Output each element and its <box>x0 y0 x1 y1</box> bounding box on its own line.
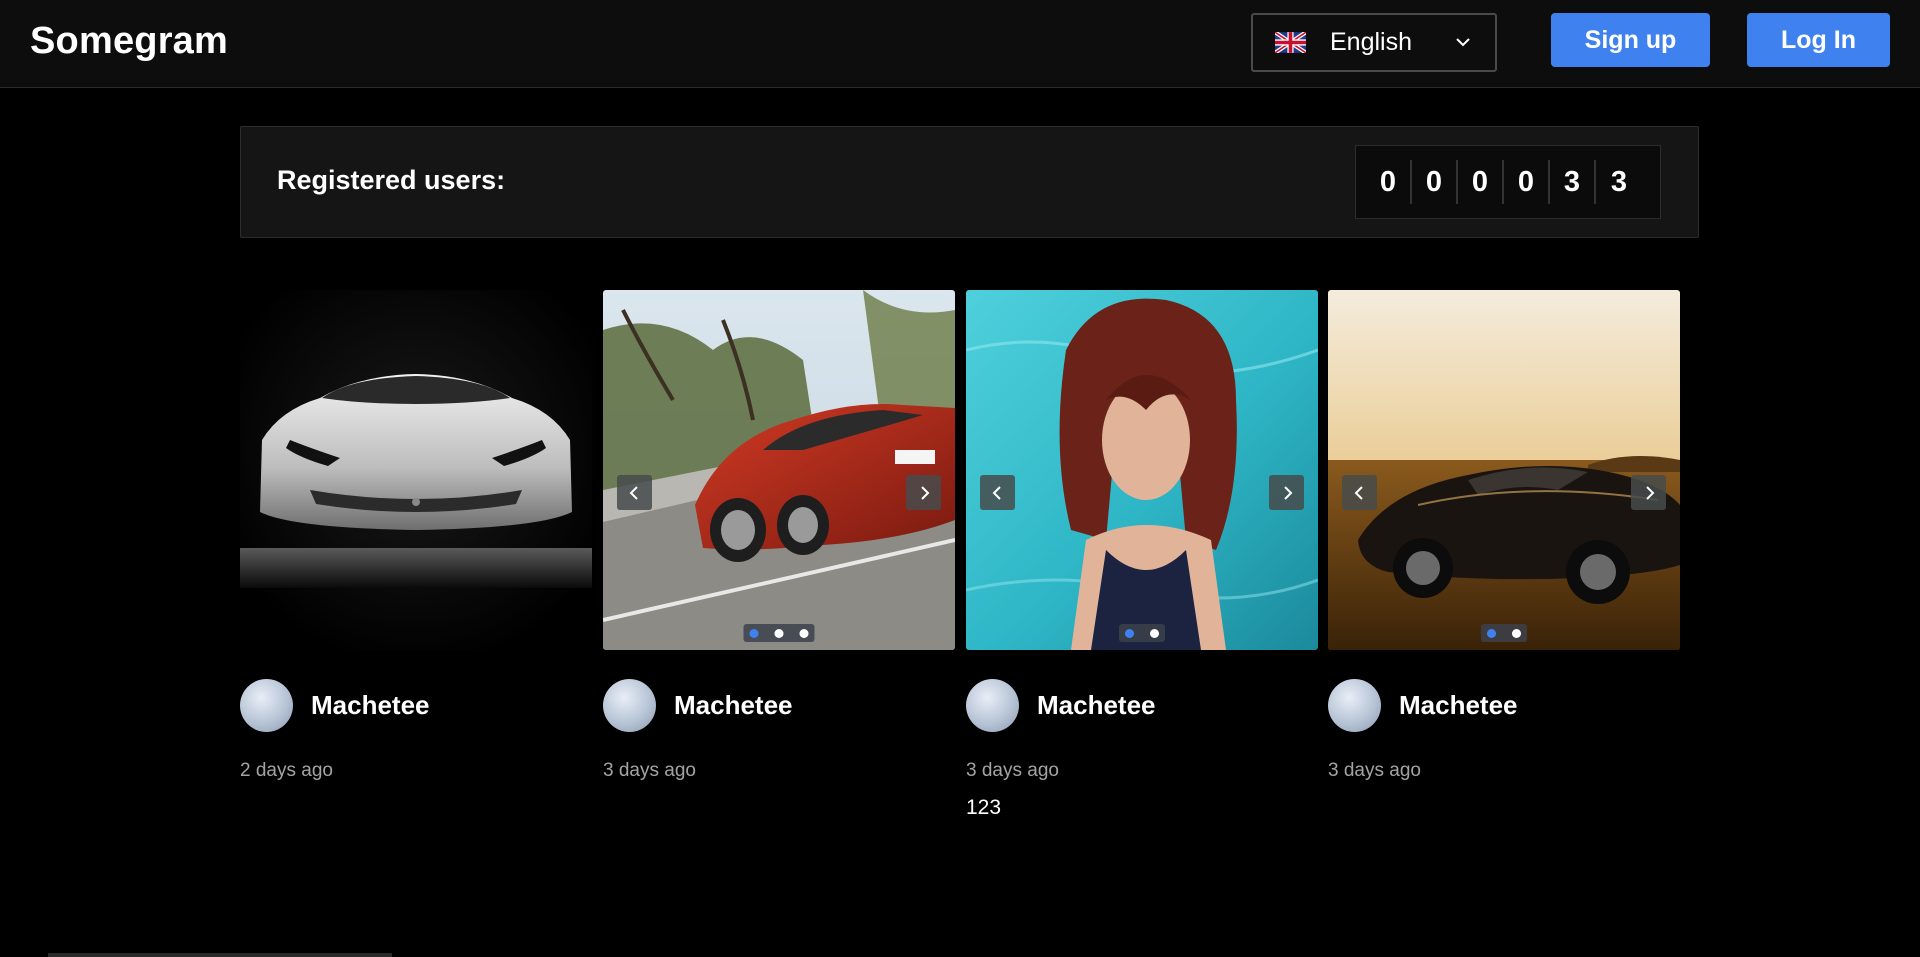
slide-indicator <box>1481 624 1527 642</box>
chevron-right-icon <box>1283 485 1292 500</box>
author-name[interactable]: Machetee <box>1037 690 1156 721</box>
post-time: 3 days ago <box>966 760 1059 781</box>
signup-button[interactable]: Sign up <box>1551 13 1710 67</box>
scroll-indicator <box>48 953 392 957</box>
post-time: 3 days ago <box>603 760 696 781</box>
counter-digit: 0 <box>1458 160 1504 204</box>
next-slide-button[interactable] <box>1269 475 1304 510</box>
post-image[interactable] <box>1328 290 1680 650</box>
post-caption: 123 <box>966 796 1002 819</box>
author-name[interactable]: Machetee <box>674 690 793 721</box>
slide-dot[interactable] <box>749 628 759 638</box>
next-slide-button[interactable] <box>906 475 941 510</box>
author-name[interactable]: Machetee <box>1399 690 1518 721</box>
prev-slide-button[interactable] <box>617 475 652 510</box>
avatar[interactable] <box>1328 679 1381 732</box>
post-card[interactable]: Machetee 3 days ago 123 <box>966 290 1318 820</box>
post-author[interactable]: Machetee <box>240 679 592 732</box>
counter-digit: 0 <box>1504 160 1550 204</box>
post-time: 3 days ago <box>1328 760 1421 781</box>
post-card[interactable]: Machetee 3 days ago <box>603 290 955 782</box>
slide-dot[interactable] <box>1125 628 1134 638</box>
top-header: Somegram English Sign up Log In <box>0 0 1920 88</box>
uk-flag-icon <box>1273 30 1308 55</box>
counter-digit: 3 <box>1610 165 1628 198</box>
author-name[interactable]: Machetee <box>311 690 430 721</box>
slide-indicator <box>743 624 815 642</box>
slide-dot[interactable] <box>1512 628 1521 638</box>
user-counter: 0 0 0 0 3 3 <box>1355 145 1661 219</box>
chevron-down-icon <box>1453 32 1473 52</box>
slide-indicator <box>1119 624 1165 642</box>
slide-dot[interactable] <box>1150 628 1159 638</box>
post-image[interactable] <box>966 290 1318 650</box>
app-logo[interactable]: Somegram <box>30 20 228 63</box>
post-image[interactable] <box>240 290 592 650</box>
language-select[interactable]: English <box>1251 13 1497 72</box>
slide-dot[interactable] <box>1487 628 1496 638</box>
post-card[interactable]: Machetee 2 days ago <box>240 290 592 782</box>
counter-digit: 0 <box>1366 160 1412 204</box>
post-author[interactable]: Machetee <box>966 679 1318 732</box>
language-label: English <box>1330 28 1412 56</box>
post-author[interactable]: Machetee <box>1328 679 1680 732</box>
chevron-left-icon <box>1354 485 1363 500</box>
login-button[interactable]: Log In <box>1747 13 1890 67</box>
post-author[interactable]: Machetee <box>603 679 955 732</box>
avatar[interactable] <box>603 679 656 732</box>
slide-dot[interactable] <box>774 628 784 638</box>
registered-users-panel: Registered users: 0 0 0 0 3 3 <box>240 126 1699 238</box>
next-slide-button[interactable] <box>1631 475 1666 510</box>
post-image[interactable] <box>603 290 955 650</box>
chevron-left-icon <box>629 485 638 500</box>
counter-digit: 0 <box>1412 160 1458 204</box>
post-card[interactable]: Machetee 3 days ago <box>1328 290 1680 782</box>
post-time: 2 days ago <box>240 760 333 781</box>
prev-slide-button[interactable] <box>980 475 1015 510</box>
prev-slide-button[interactable] <box>1342 475 1377 510</box>
avatar[interactable] <box>240 679 293 732</box>
avatar[interactable] <box>966 679 1019 732</box>
chevron-right-icon <box>1645 485 1654 500</box>
chevron-right-icon <box>920 485 929 500</box>
chevron-left-icon <box>992 485 1001 500</box>
registered-users-label: Registered users: <box>277 165 506 195</box>
counter-digit: 3 <box>1550 160 1596 204</box>
slide-dot[interactable] <box>799 628 809 638</box>
